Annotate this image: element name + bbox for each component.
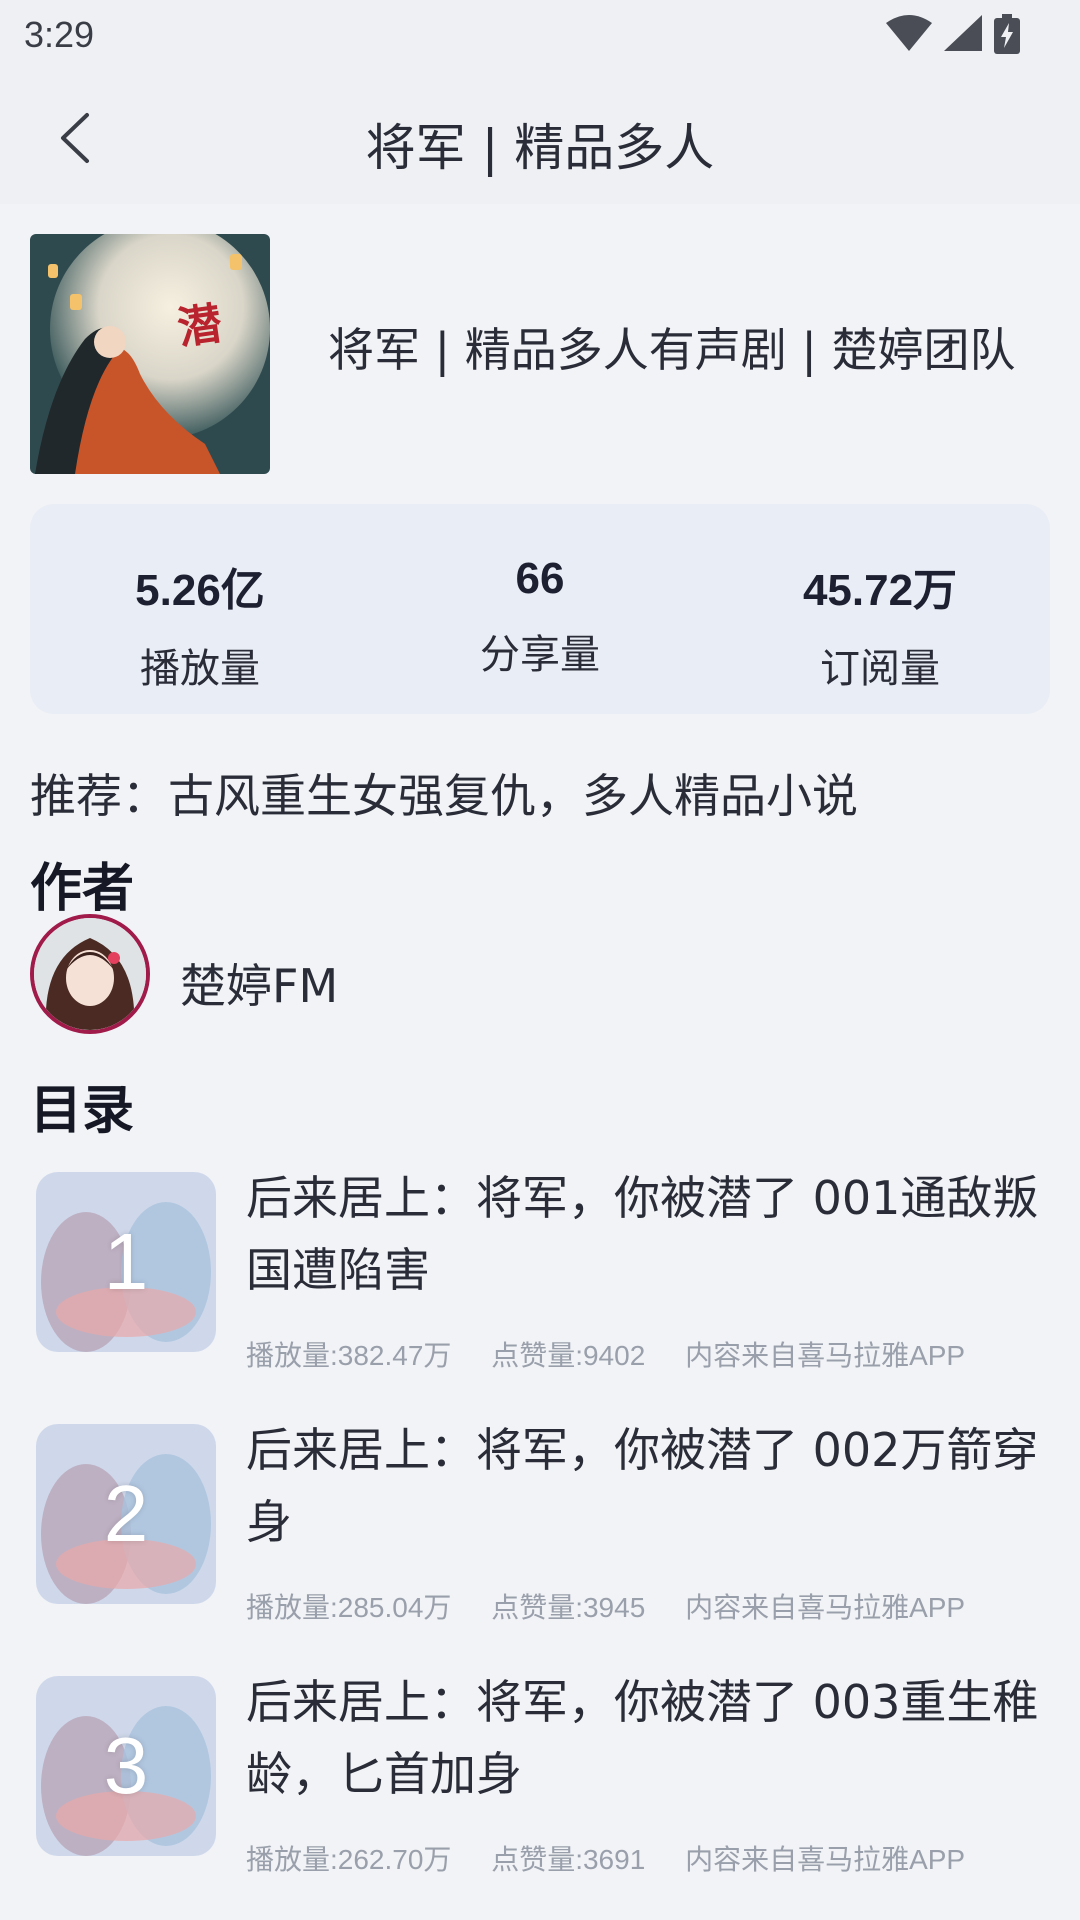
episode-source: 内容来自喜马拉雅APP [685,1592,966,1623]
episode-plays: 播放量:262.70万 [246,1844,452,1875]
author-avatar[interactable] [30,914,150,1034]
page-title: 将军 | 精品多人 [365,119,715,177]
wifi-icon [886,15,932,51]
album-title: 将军 | 精品多人有声剧 | 楚婷团队 [328,323,1016,377]
stat-shares: 66 分享量 [370,554,710,680]
episode-meta: 播放量:262.70万 点赞量:3691 内容来自喜马拉雅APP [246,1838,997,1878]
stats-card: 5.26亿 播放量 66 分享量 45.72万 订阅量 [30,504,1050,714]
episode-thumbnail: 1 [36,1172,216,1352]
battery-charging-icon [994,14,1020,54]
episode-plays: 播放量:285.04万 [246,1592,452,1623]
episode-source: 内容来自喜马拉雅APP [685,1844,966,1875]
episode-thumbnail: 2 [36,1424,216,1604]
stat-label: 播放量 [140,646,260,692]
episode-source: 内容来自喜马拉雅APP [685,1340,966,1371]
svg-text:潜: 潜 [174,298,225,355]
episode-number: 1 [103,1217,149,1306]
stat-value: 5.26亿 [135,566,265,615]
signal-icon [944,15,982,51]
episode-likes: 点赞量:9402 [491,1340,646,1371]
episode-number: 3 [103,1721,149,1810]
stat-plays: 5.26亿 播放量 [30,554,370,694]
status-bar: 3:29 [0,0,1080,72]
top-app-bar: 将军 | 精品多人 [0,72,1080,204]
episode-thumbnail: 3 [36,1676,216,1856]
stat-label: 分享量 [480,632,600,678]
status-icons [886,14,1020,54]
episode-likes: 点赞量:3945 [491,1592,646,1623]
album-cover-image: 潜 [30,234,270,474]
stat-label: 订阅量 [820,646,940,692]
recommendation-text: 推荐：古风重生女强复仇，多人精品小说 [30,769,858,823]
episode-meta: 播放量:382.47万 点赞量:9402 内容来自喜马拉雅APP [246,1334,997,1374]
episode-title: 后来居上：将军，你被潜了 003重生稚龄，匕首加身 [246,1675,1039,1801]
stat-value: 45.72万 [802,566,958,615]
episode-title: 后来居上：将军，你被潜了 002万箭穿身 [246,1423,1039,1549]
episode-plays: 播放量:382.47万 [246,1340,452,1371]
author-name[interactable]: 楚婷FM [180,950,338,1016]
author-section-title: 作者 [30,859,135,919]
episode-meta: 播放量:285.04万 点赞量:3945 内容来自喜马拉雅APP [246,1586,997,1626]
stat-subscriptions: 45.72万 订阅量 [710,554,1050,694]
episode-title: 后来居上：将军，你被潜了 001通敌叛国遭陷害 [246,1171,1039,1297]
stat-value: 66 [515,554,565,603]
episode-likes: 点赞量:3691 [491,1844,646,1875]
episode-number: 2 [103,1469,149,1558]
catalog-section-title: 目录 [30,1081,135,1141]
status-time: 3:29 [24,14,95,55]
